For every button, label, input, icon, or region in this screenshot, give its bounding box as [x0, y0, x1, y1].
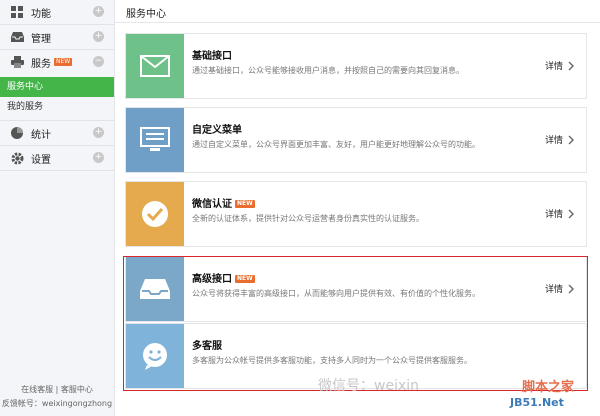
- expand-icon[interactable]: −: [93, 56, 104, 67]
- sidebar-item-stats[interactable]: 统计 +: [0, 121, 114, 145]
- grid-icon: [10, 5, 24, 19]
- site-watermark-url: JB51.Net: [510, 396, 564, 409]
- expand-icon[interactable]: +: [93, 152, 104, 163]
- highlight-box: [123, 256, 588, 391]
- site-watermark: 脚本之家: [522, 380, 575, 395]
- sidebar-item-label: 功能: [31, 8, 51, 20]
- sidebar-item-label: 设置: [31, 154, 51, 166]
- card-title: 基础接口: [192, 51, 232, 62]
- details-label: 详情: [544, 136, 563, 146]
- wechat-watermark: 微信号：weixin: [318, 378, 420, 394]
- monitor-icon: [140, 127, 170, 151]
- card-title: 微信认证 NEW: [192, 195, 255, 210]
- card-description: 通过基础接口，公众号能够接收用户消息，并按照自己的需要向其回复消息。: [192, 66, 464, 75]
- sidebar-item-label: 管理: [31, 33, 51, 45]
- details-link[interactable]: 详情: [545, 207, 574, 220]
- sidebar-item-settings[interactable]: 设置 +: [0, 146, 114, 170]
- service-card-wechat-verify[interactable]: 微信认证 NEW 全新的认证体系，提供针对公众号运营者身份真实性的认证服务。 详情: [125, 181, 587, 247]
- service-card-basic-api[interactable]: 基础接口 通过基础接口，公众号能够接收用户消息，并按照自己的需要向其回复消息。 …: [125, 33, 587, 99]
- sidebar: 功能 + 管理 + 服务 NEW − 服务中心 我的服务 统计 + 设置 + 在…: [0, 0, 115, 416]
- details-link[interactable]: 详情: [545, 59, 574, 72]
- details-label: 详情: [544, 210, 563, 220]
- card-thumbnail: [126, 34, 184, 98]
- new-badge: NEW: [235, 200, 255, 208]
- sidebar-subitem-service-center[interactable]: 服务中心: [0, 77, 114, 97]
- chevron-right-icon: [568, 135, 574, 144]
- card-thumbnail: [126, 108, 184, 172]
- card-title-text: 微信认证: [192, 199, 232, 210]
- sidebar-item-service[interactable]: 服务 NEW −: [0, 50, 114, 74]
- details-label: 详情: [544, 62, 563, 72]
- gear-icon: [10, 151, 24, 165]
- card-description: 全新的认证体系，提供针对公众号运营者身份真实性的认证服务。: [192, 214, 424, 223]
- service-card-custom-menu[interactable]: 自定义菜单 通过自定义菜单，公众号界面更加丰富、友好，用户能更好地理解公众号的功…: [125, 107, 587, 173]
- card-thumbnail: [126, 182, 184, 246]
- envelope-icon: [140, 55, 170, 77]
- expand-icon[interactable]: +: [93, 31, 104, 42]
- card-description: 通过自定义菜单，公众号界面更加丰富、友好，用户能更好地理解公众号的功能。: [192, 140, 480, 149]
- card-title: 自定义菜单: [192, 125, 242, 136]
- pie-icon: [10, 126, 24, 140]
- sidebar-item-func[interactable]: 功能 +: [0, 0, 114, 24]
- sidebar-subitem-my-services[interactable]: 我的服务: [0, 97, 114, 117]
- inbox-icon: [10, 30, 24, 44]
- feedback-account: 反馈帐号：weixingongzhong: [1, 399, 113, 408]
- printer-icon: [10, 55, 24, 69]
- sidebar-item-manage[interactable]: 管理 +: [0, 25, 114, 49]
- check-icon: [142, 201, 168, 227]
- support-links[interactable]: 在线客服 | 客服中心: [0, 384, 114, 395]
- chevron-right-icon: [568, 209, 574, 218]
- details-link[interactable]: 详情: [545, 133, 574, 146]
- new-badge: NEW: [54, 58, 73, 66]
- chevron-right-icon: [568, 61, 574, 70]
- expand-icon[interactable]: +: [93, 127, 104, 138]
- sidebar-item-label: 服务: [31, 58, 51, 70]
- page-header: 服务中心: [115, 0, 600, 23]
- page-title: 服务中心: [126, 9, 166, 20]
- sidebar-item-label: 统计: [31, 129, 51, 141]
- expand-icon[interactable]: +: [93, 6, 104, 17]
- divider: [0, 170, 114, 171]
